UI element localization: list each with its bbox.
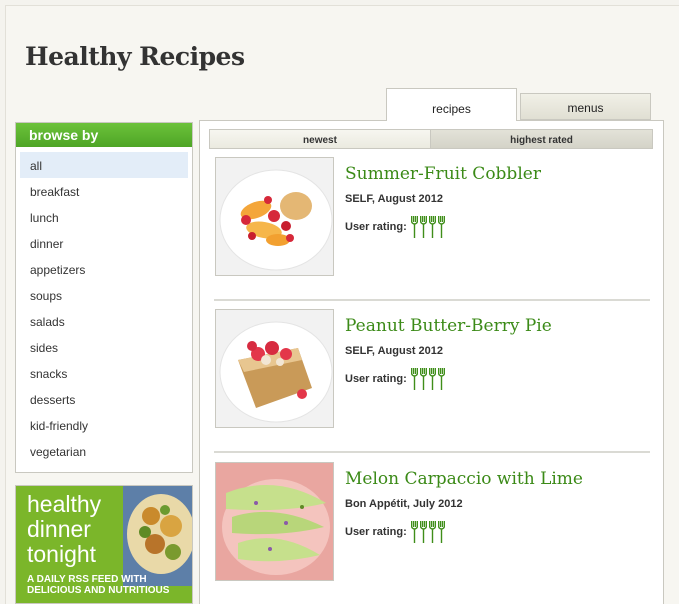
rating-forks [410,216,445,238]
sort-tabs: newest highest rated [209,129,653,149]
recipe-item: Peanut Butter-Berry Pie SELF, August 201… [214,303,650,453]
sidebar-item-desserts[interactable]: desserts [20,386,188,412]
category-list: all breakfast lunch dinner appetizers so… [16,147,192,464]
user-rating: User rating: [345,368,445,390]
fork-icon [428,216,436,238]
fork-icon [428,521,436,543]
ad-subline-2: DELICIOUS AND NUTRITIOUS [27,585,170,596]
rating-label: User rating: [345,373,407,385]
recipe-source: SELF, August 2012 [345,193,444,205]
ad-line-1: healthy [27,491,102,517]
rating-label: User rating: [345,221,407,233]
recipe-title[interactable]: Summer-Fruit Cobbler [345,164,541,184]
fork-icon [419,521,427,543]
sidebar-item-lunch[interactable]: lunch [20,204,188,230]
rating-forks [410,368,445,390]
recipe-title[interactable]: Peanut Butter-Berry Pie [345,316,552,336]
fork-icon [410,216,418,238]
recipe-item: Summer-Fruit Cobbler SELF, August 2012 U… [214,151,650,301]
ad-line-3: tonight [27,541,97,567]
cobbler-photo-icon[interactable] [215,157,334,276]
browse-sidebar: browse by all breakfast lunch dinner app… [15,122,193,473]
ad-line-2: dinner [27,516,91,542]
recipe-source: SELF, August 2012 [345,345,444,357]
fork-icon [410,368,418,390]
sidebar-item-salads[interactable]: salads [20,308,188,334]
tab-recipes[interactable]: recipes [386,88,517,121]
recipe-source: Bon Appétit, July 2012 [345,498,463,510]
fork-icon [437,368,445,390]
rating-forks [410,521,445,543]
sidebar-item-dinner[interactable]: dinner [20,230,188,256]
sidebar-item-kid-friendly[interactable]: kid-friendly [20,412,188,438]
fork-icon [437,216,445,238]
recipe-list-panel: newest highest rated Summer-Fruit Cobble… [199,120,664,604]
melon-photo-icon[interactable] [215,462,334,581]
sidebar-item-breakfast[interactable]: breakfast [20,178,188,204]
user-rating: User rating: [345,216,445,238]
ad-headline: healthy dinner tonight [27,492,101,567]
sidebar-header: browse by [16,123,192,147]
user-rating: User rating: [345,521,445,543]
fork-icon [419,368,427,390]
recipe-item: Melon Carpaccio with Lime Bon Appétit, J… [214,456,650,604]
sidebar-item-soups[interactable]: soups [20,282,188,308]
tab-newest[interactable]: newest [209,129,431,149]
dinner-plate-icon [123,486,192,586]
healthy-dinner-ad[interactable]: healthy dinner tonight A DAILY RSS FEED … [15,485,193,604]
page-title: Healthy Recipes [25,42,245,71]
fork-icon [410,521,418,543]
sidebar-item-all[interactable]: all [20,152,188,178]
fork-icon [437,521,445,543]
pie-photo-icon[interactable] [215,309,334,428]
ad-subtext: A DAILY RSS FEED WITH DELICIOUS AND NUTR… [27,574,177,596]
ad-subline-1: A DAILY RSS FEED WITH [27,574,147,585]
tab-highest-rated[interactable]: highest rated [431,129,653,149]
fork-icon [419,216,427,238]
tab-menus[interactable]: menus [520,93,651,120]
sidebar-item-vegetarian[interactable]: vegetarian [20,438,188,464]
sidebar-item-appetizers[interactable]: appetizers [20,256,188,282]
fork-icon [428,368,436,390]
sidebar-item-sides[interactable]: sides [20,334,188,360]
sidebar-item-snacks[interactable]: snacks [20,360,188,386]
recipe-title[interactable]: Melon Carpaccio with Lime [345,469,583,489]
rating-label: User rating: [345,526,407,538]
